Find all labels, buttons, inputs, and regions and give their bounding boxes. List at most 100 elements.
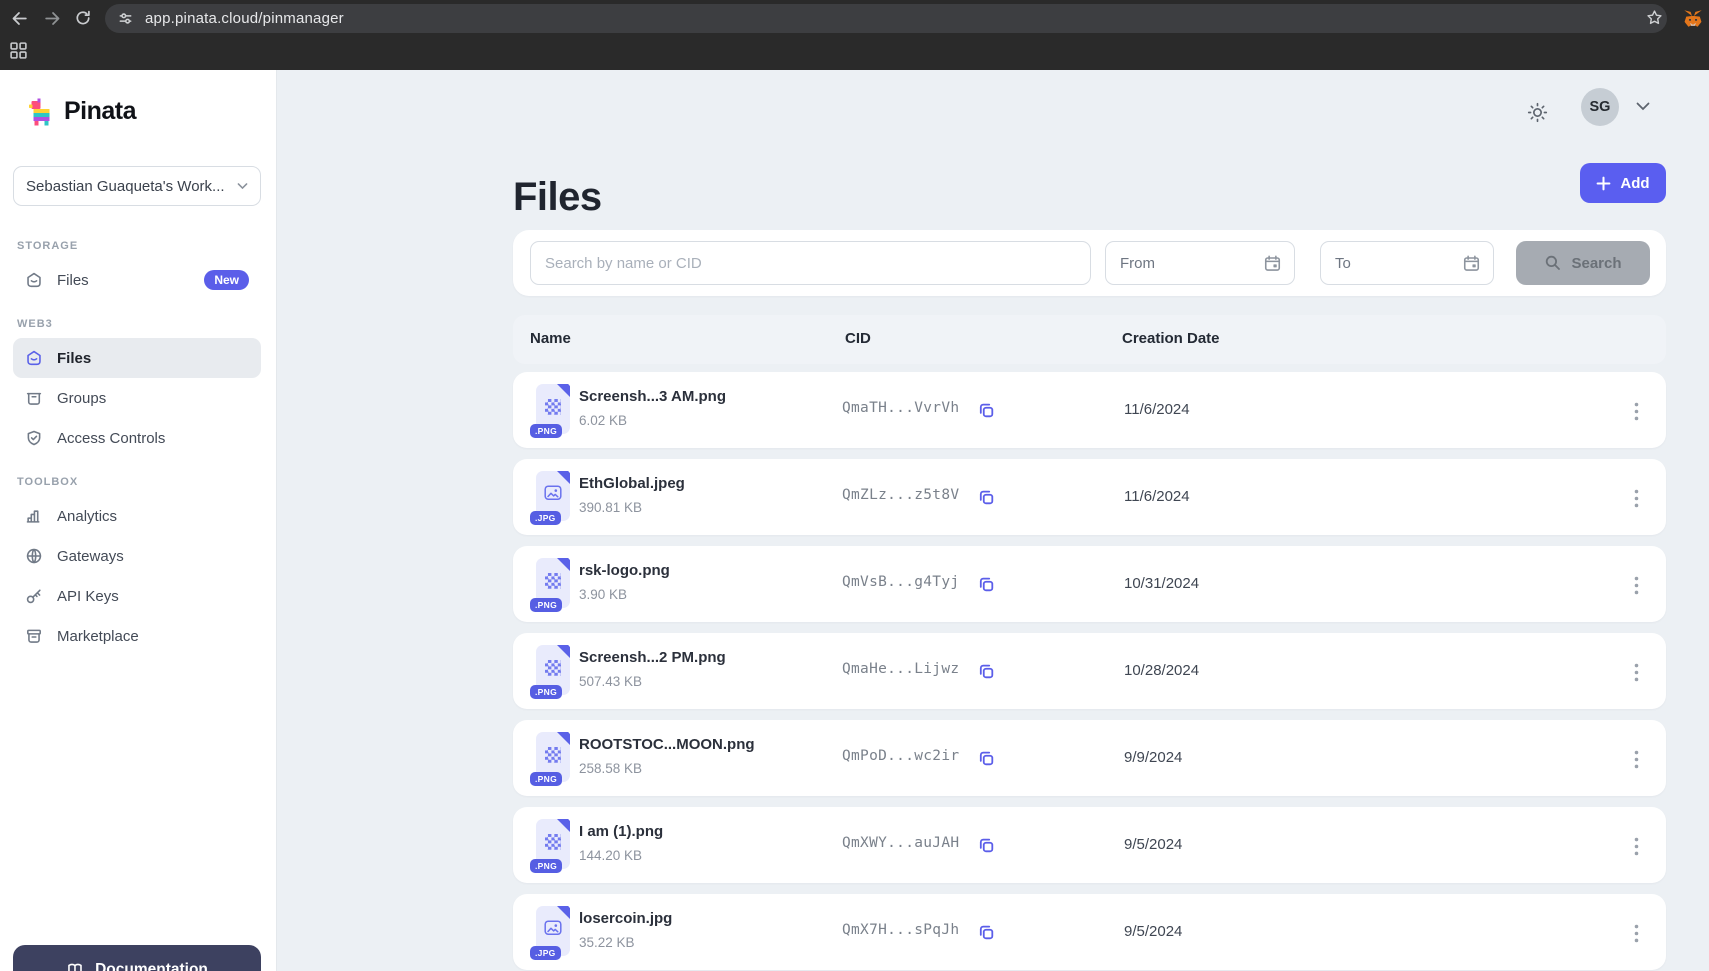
calendar-icon[interactable] bbox=[1462, 254, 1481, 273]
workspace-selector[interactable]: Sebastian Guaqueta's Work... bbox=[13, 166, 261, 206]
row-menu-button[interactable] bbox=[1621, 483, 1651, 513]
file-cid: QmPoD...wc2ir bbox=[842, 748, 959, 764]
copy-cid-button[interactable] bbox=[973, 397, 999, 423]
browser-forward-button[interactable] bbox=[39, 5, 65, 31]
row-menu-button[interactable] bbox=[1621, 396, 1651, 426]
row-menu-button[interactable] bbox=[1621, 657, 1651, 687]
copy-cid-button[interactable] bbox=[973, 832, 999, 858]
sidebar-item-label: Analytics bbox=[57, 508, 117, 525]
file-type-icon-png: .PNG bbox=[536, 558, 570, 608]
copy-cid-button[interactable] bbox=[973, 571, 999, 597]
file-size: 6.02 KB bbox=[579, 413, 627, 428]
file-type-icon-jpg: .JPG bbox=[536, 906, 570, 956]
search-input[interactable] bbox=[530, 241, 1091, 285]
column-header-creation-date: Creation Date bbox=[1122, 330, 1220, 347]
file-row-losercoin-jpg[interactable]: .JPGlosercoin.jpg35.22 KBQmX7H...sPqJh9/… bbox=[513, 894, 1666, 970]
row-menu-button[interactable] bbox=[1621, 744, 1651, 774]
sidebar-item-label: Access Controls bbox=[57, 430, 165, 447]
sidebar-item-web3-files[interactable]: Files bbox=[13, 338, 261, 378]
pinata-logo-icon bbox=[28, 96, 55, 126]
sidebar-item-toolbox-gateways[interactable]: Gateways bbox=[13, 536, 261, 576]
row-menu-button[interactable] bbox=[1621, 918, 1651, 948]
theme-toggle-sun-icon[interactable] bbox=[1519, 94, 1555, 130]
date-from-field[interactable]: From bbox=[1105, 241, 1295, 285]
sidebar-item-storage-files[interactable]: FilesNew bbox=[13, 260, 261, 300]
documentation-label: Documentation bbox=[95, 961, 208, 971]
sidebar-item-toolbox-analytics[interactable]: Analytics bbox=[13, 496, 261, 536]
filter-bar: From To Search bbox=[513, 230, 1666, 296]
file-extension-badge: .PNG bbox=[530, 772, 562, 787]
shield-check-icon bbox=[25, 429, 43, 447]
sidebar-item-web3-groups[interactable]: Groups bbox=[13, 378, 261, 418]
analytics-icon bbox=[25, 507, 43, 525]
file-creation-date: 10/31/2024 bbox=[1124, 575, 1199, 592]
site-settings-icon[interactable] bbox=[117, 10, 134, 27]
copy-cid-button[interactable] bbox=[973, 484, 999, 510]
file-cid: QmXWY...auJAH bbox=[842, 835, 959, 851]
file-cid: QmZLz...z5t8V bbox=[842, 487, 959, 503]
file-thumbnail bbox=[545, 834, 561, 850]
file-type-icon-png: .PNG bbox=[536, 645, 570, 695]
metamask-icon[interactable] bbox=[1682, 8, 1704, 30]
file-row-ethglobal-jpeg[interactable]: .JPGEthGlobal.jpeg390.81 KBQmZLz...z5t8V… bbox=[513, 459, 1666, 535]
file-creation-date: 11/6/2024 bbox=[1124, 401, 1190, 418]
file-size: 144.20 KB bbox=[579, 848, 642, 863]
date-to-placeholder: To bbox=[1335, 255, 1462, 272]
file-size: 35.22 KB bbox=[579, 935, 635, 950]
add-button-label: Add bbox=[1620, 175, 1649, 192]
address-bar[interactable]: app.pinata.cloud/pinmanager bbox=[105, 4, 1667, 33]
new-badge: New bbox=[204, 270, 249, 290]
file-thumbnail bbox=[545, 573, 561, 589]
book-icon bbox=[66, 962, 85, 971]
apps-grid-icon[interactable] bbox=[9, 41, 28, 60]
file-thumbnail bbox=[544, 920, 562, 936]
date-from-placeholder: From bbox=[1120, 255, 1263, 272]
browser-back-button[interactable] bbox=[6, 5, 32, 31]
sidebar-section-label-storage: STORAGE bbox=[17, 240, 257, 254]
bookmark-star-icon[interactable] bbox=[1646, 9, 1663, 26]
avatar[interactable]: SG bbox=[1581, 88, 1619, 126]
file-name: ROOTSTOC...MOON.png bbox=[579, 736, 755, 753]
column-header-cid: CID bbox=[845, 330, 871, 347]
file-thumbnail bbox=[545, 747, 561, 763]
sidebar-item-toolbox-marketplace[interactable]: Marketplace bbox=[13, 616, 261, 656]
row-menu-button[interactable] bbox=[1621, 831, 1651, 861]
account-chevron-down-icon[interactable] bbox=[1636, 102, 1650, 111]
file-cid: QmaHe...Lijwz bbox=[842, 661, 959, 677]
file-name: Screensh...2 PM.png bbox=[579, 649, 726, 666]
pinata-logo[interactable]: Pinata bbox=[28, 96, 136, 126]
copy-cid-button[interactable] bbox=[973, 658, 999, 684]
table-header: Name CID Creation Date bbox=[513, 315, 1666, 364]
file-extension-badge: .JPG bbox=[530, 511, 561, 526]
file-row-i-am-1-png[interactable]: .PNGI am (1).png144.20 KBQmXWY...auJAH9/… bbox=[513, 807, 1666, 883]
key-icon bbox=[25, 587, 43, 605]
file-thumbnail bbox=[544, 485, 562, 501]
file-creation-date: 11/6/2024 bbox=[1124, 488, 1190, 505]
documentation-button[interactable]: Documentation bbox=[13, 945, 261, 971]
file-extension-badge: .PNG bbox=[530, 859, 562, 874]
file-type-icon-png: .PNG bbox=[536, 819, 570, 869]
sidebar-item-label: Groups bbox=[57, 390, 106, 407]
file-row-rsk-logo-png[interactable]: .PNGrsk-logo.png3.90 KBQmVsB...g4Tyj10/3… bbox=[513, 546, 1666, 622]
file-row-screensh-2-pm-png[interactable]: .PNGScreensh...2 PM.png507.43 KBQmaHe...… bbox=[513, 633, 1666, 709]
add-button[interactable]: Add bbox=[1580, 163, 1666, 203]
file-size: 258.58 KB bbox=[579, 761, 642, 776]
search-icon bbox=[1544, 254, 1562, 272]
file-size: 3.90 KB bbox=[579, 587, 627, 602]
sidebar-item-web3-access-controls[interactable]: Access Controls bbox=[13, 418, 261, 458]
row-menu-button[interactable] bbox=[1621, 570, 1651, 600]
calendar-icon[interactable] bbox=[1263, 254, 1282, 273]
sidebar-item-label: API Keys bbox=[57, 588, 119, 605]
sidebar-item-toolbox-api-keys[interactable]: API Keys bbox=[13, 576, 261, 616]
file-row-rootstoc-moon-png[interactable]: .PNG ROOTSTOC...MOON.png 258.58 KB QmPoD...… bbox=[513, 720, 1666, 796]
browser-reload-button[interactable] bbox=[70, 5, 96, 31]
pinata-app-window: app.pinata.cloud/pinmanager bbox=[0, 0, 1709, 971]
file-creation-date: 10/28/2024 bbox=[1124, 662, 1199, 679]
search-button[interactable]: Search bbox=[1516, 241, 1650, 285]
copy-cid-button[interactable] bbox=[973, 919, 999, 945]
sidebar-nav: STORAGEFilesNewWEB3FilesGroupsAccess Con… bbox=[13, 228, 261, 656]
brand-text: Pinata bbox=[64, 97, 136, 126]
file-row-screensh-3-am-png[interactable]: .PNGScreensh...3 AM.png6.02 KBQmaTH...Vv… bbox=[513, 372, 1666, 448]
date-to-field[interactable]: To bbox=[1320, 241, 1494, 285]
copy-cid-button[interactable] bbox=[973, 745, 999, 771]
